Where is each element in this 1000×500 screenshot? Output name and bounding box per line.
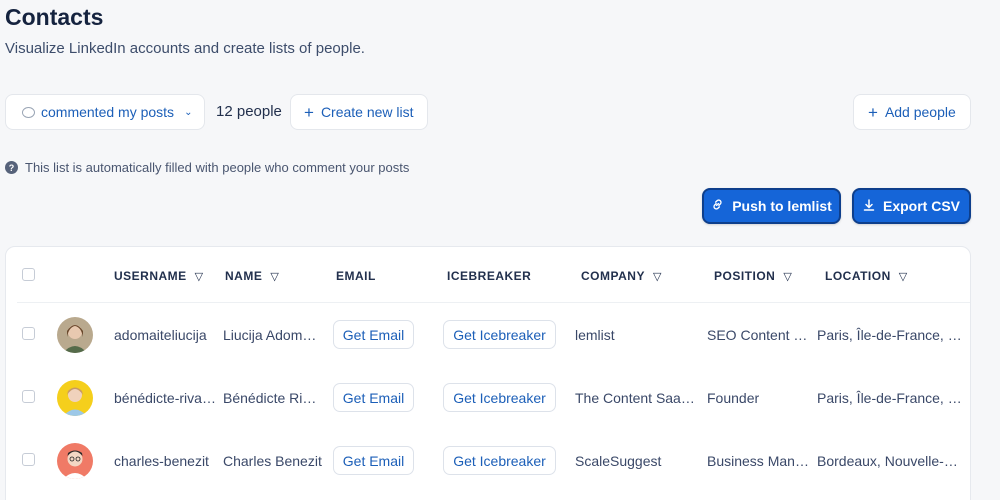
row-checkbox[interactable] [22,390,35,403]
create-list-label: Create new list [320,104,414,120]
column-header-company[interactable]: COMPANY ▽ [581,269,662,283]
username-cell: adomaiteliucija [114,327,207,343]
filter-label: commented my posts [41,104,175,120]
push-label: Push to lemlist [732,198,832,214]
info-note: ? This list is automatically filled with… [5,160,409,175]
row-checkbox[interactable] [22,327,35,340]
location-cell: Paris, Île-de-France, France [817,327,965,343]
name-cell: Bénédicte Rivalain [223,390,319,406]
get-icebreaker-button[interactable]: Get Icebreaker [443,383,556,412]
get-email-button[interactable]: Get Email [333,320,414,349]
position-cell: SEO Content Writer [707,327,811,343]
table-header: USERNAME ▽ NAME ▽ EMAIL ICEBREAKER COMPANY… [17,247,970,303]
username-cell: charles-benezit [114,453,209,469]
column-header-email: EMAIL [336,269,376,283]
avatar [57,380,93,416]
add-people-label: Add people [884,104,956,120]
push-to-lemlist-button[interactable]: Push to lemlist [702,188,841,224]
column-header-position[interactable]: POSITION ▽ [714,269,792,283]
column-header-username[interactable]: USERNAME ▽ [114,269,204,283]
link-icon [711,198,724,214]
list-filter-dropdown[interactable]: commented my posts ⌄ [5,94,205,130]
people-count: 12 people [216,103,282,120]
avatar [57,443,93,479]
column-header-icebreaker: ICEBREAKER [447,269,532,283]
download-icon [863,198,875,214]
filter-icon[interactable]: ▽ [783,270,792,283]
select-all-checkbox[interactable] [22,268,35,281]
get-icebreaker-button[interactable]: Get Icebreaker [443,320,556,349]
export-csv-button[interactable]: Export CSV [852,188,971,224]
filter-icon[interactable]: ▽ [653,270,662,283]
get-email-button[interactable]: Get Email [333,383,414,412]
row-checkbox[interactable] [22,453,35,466]
filter-icon[interactable]: ▽ [195,270,204,283]
name-cell: Charles Benezit [223,453,322,469]
table-row[interactable]: adomaiteliucija Liucija Adomaitė Get Ema… [6,304,970,367]
page-subtitle: Visualize LinkedIn accounts and create l… [5,40,365,57]
page-title: Contacts [5,4,104,30]
name-cell: Liucija Adomaitė [223,327,319,343]
position-cell: Business Manager [707,453,811,469]
location-cell: Paris, Île-de-France, France [817,390,965,406]
contacts-table: USERNAME ▽ NAME ▽ EMAIL ICEBREAKER COMPANY… [5,246,971,500]
plus-icon: + [304,102,314,122]
filter-icon[interactable]: ▽ [270,270,279,283]
table-row[interactable]: bénédicte-rivalain Bénédicte Rivalain Ge… [6,367,970,430]
info-text: This list is automatically filled with p… [25,160,410,175]
username-cell: bénédicte-rivalain [114,390,216,406]
company-cell: ScaleSuggest [575,453,662,469]
table-row[interactable]: charles-benezit Charles Benezit Get Emai… [6,430,970,493]
comment-icon [22,106,35,118]
create-list-button[interactable]: + Create new list [290,94,428,130]
chevron-down-icon: ⌄ [184,106,193,118]
plus-icon: + [868,102,878,122]
avatar [57,317,93,353]
help-icon: ? [5,161,18,174]
export-label: Export CSV [882,198,960,214]
get-icebreaker-button[interactable]: Get Icebreaker [443,446,556,475]
company-cell: lemlist [575,327,615,343]
get-email-button[interactable]: Get Email [333,446,414,475]
column-header-name[interactable]: NAME ▽ [225,269,279,283]
add-people-button[interactable]: + Add people [853,94,971,130]
filter-icon[interactable]: ▽ [899,270,908,283]
column-header-location[interactable]: LOCATION ▽ [825,269,908,283]
position-cell: Founder [707,390,760,406]
location-cell: Bordeaux, Nouvelle-Aquitaine, France [817,453,965,469]
company-cell: The Content SaaStory [575,390,701,406]
